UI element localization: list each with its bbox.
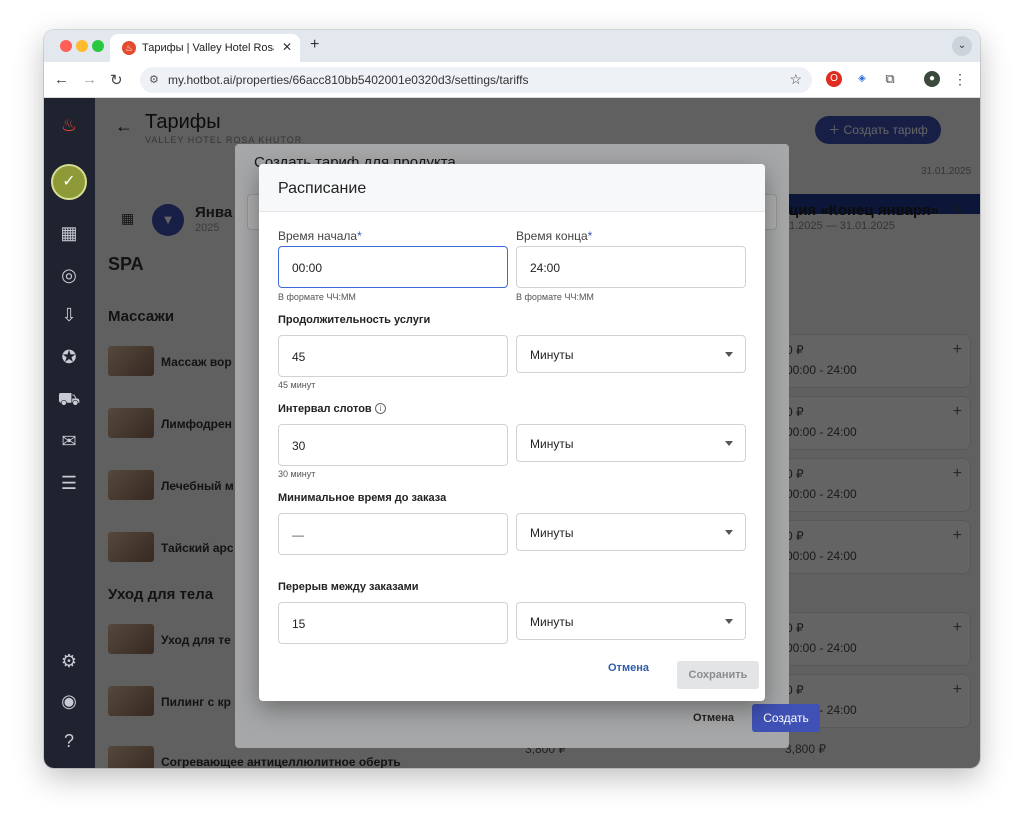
chevron-down-icon [725, 530, 733, 535]
chat-icon[interactable]: ☰ [56, 470, 82, 496]
schedule-dialog-title: Расписание [278, 180, 367, 197]
break-unit-value: Минуты [530, 615, 574, 629]
close-tab-icon[interactable]: ✕ [282, 40, 292, 54]
browser-tab[interactable]: ♨ Тарифы | Valley Hotel Rosa K ✕ [110, 34, 300, 62]
main-content: ← Тарифы VALLEY HOTEL ROSA KHUTOR ＋ Созд… [95, 98, 980, 768]
address-bar: ← → ↻ ⚙ my.hotbot.ai/properties/66acc810… [44, 62, 980, 98]
schedule-cancel-button[interactable]: Отмена [608, 662, 649, 674]
user-account-icon[interactable]: ◉ [56, 688, 82, 714]
profile-avatar-icon[interactable]: ● [924, 71, 940, 87]
check-circle-icon[interactable]: ◎ [56, 262, 82, 288]
schedule-save-button[interactable]: Сохранить [677, 661, 759, 689]
star-badge-icon[interactable]: ✪ [56, 344, 82, 370]
end-time-label: Время конца* [516, 229, 593, 243]
break-value: 15 [292, 617, 306, 631]
duration-unit-value: Минуты [530, 348, 574, 362]
analytics-icon[interactable]: ▦ [56, 220, 82, 246]
opera-extension-icon[interactable]: O [826, 71, 842, 87]
schedule-dialog: Расписание Время начала* Время конца* 00… [259, 164, 765, 701]
app-viewport: ♨ ✓ ▦ ◎ ⇩ ✪ ⛟ ✉ ☰ ⚙ ◉ ? ← Тарифы VALLEY … [44, 98, 980, 768]
min-time-unit-value: Минуты [530, 526, 574, 540]
new-tab-icon[interactable]: + [310, 36, 319, 54]
break-unit-select[interactable]: Минуты [516, 602, 746, 640]
hotbot-favicon-icon: ♨ [122, 41, 136, 55]
browser-menu-icon[interactable]: ⋮ [952, 71, 968, 87]
duration-hint: 45 минут [278, 380, 316, 390]
break-label: Перерыв между заказами [278, 581, 419, 593]
start-time-input[interactable]: 00:00 [278, 246, 508, 288]
info-icon[interactable]: i [375, 403, 386, 414]
bookmark-star-icon[interactable]: ☆ [789, 71, 802, 88]
minimize-window-button[interactable] [76, 40, 88, 52]
tab-bar: ♨ Тарифы | Valley Hotel Rosa K ✕ + ⌄ [44, 30, 980, 62]
start-time-hint: В формате ЧЧ:ММ [278, 292, 356, 302]
schedule-dialog-header: Расписание [259, 164, 765, 212]
close-window-button[interactable] [60, 40, 72, 52]
tab-title: Тарифы | Valley Hotel Rosa K [142, 42, 274, 54]
duration-value: 45 [292, 350, 306, 364]
interval-value: 30 [292, 439, 306, 453]
back-icon[interactable]: ← [54, 71, 69, 88]
url-text[interactable]: my.hotbot.ai/properties/66acc810bb540200… [168, 73, 528, 87]
tab-search-icon[interactable]: ⌄ [952, 36, 972, 56]
end-time-value: 24:00 [530, 261, 561, 275]
end-time-input[interactable]: 24:00 [516, 246, 746, 288]
break-input[interactable]: 15 [278, 602, 508, 644]
interval-input[interactable]: 30 [278, 424, 508, 466]
mail-icon[interactable]: ✉ [56, 428, 82, 454]
browser-window: ♨ Тарифы | Valley Hotel Rosa K ✕ + ⌄ ← →… [44, 30, 980, 768]
interval-unit-value: Минуты [530, 437, 574, 451]
maximize-window-button[interactable] [92, 40, 104, 52]
cart-icon[interactable]: ⛟ [56, 386, 82, 412]
property-avatar[interactable]: ✓ [51, 164, 87, 200]
interval-label: Интервал слотов [278, 403, 372, 415]
interval-hint: 30 минут [278, 469, 316, 479]
min-time-input[interactable]: — [278, 513, 508, 555]
duration-label: Продолжительность услуги [278, 314, 431, 326]
min-time-label: Минимальное время до заказа [278, 492, 447, 504]
sidebar: ♨ ✓ ▦ ◎ ⇩ ✪ ⛟ ✉ ☰ ⚙ ◉ ? [44, 98, 95, 768]
help-icon[interactable]: ? [56, 728, 82, 754]
start-time-value: 00:00 [292, 261, 323, 275]
chevron-down-icon [725, 441, 733, 446]
create-dialog-create-button[interactable]: Создать [752, 704, 820, 732]
start-time-label: Время начала* [278, 229, 362, 243]
extensions-puzzle-icon[interactable]: ⧉ [882, 71, 898, 87]
create-dialog-cancel-button[interactable]: Отмена [693, 712, 734, 724]
site-settings-icon[interactable]: ⚙ [149, 73, 159, 86]
chevron-down-icon [725, 619, 733, 624]
duration-unit-select[interactable]: Минуты [516, 335, 746, 373]
settings-gear-icon[interactable]: ⚙ [56, 648, 82, 674]
chevron-down-icon [725, 352, 733, 357]
reload-icon[interactable]: ↻ [110, 71, 123, 89]
inbox-download-icon[interactable]: ⇩ [56, 302, 82, 328]
duration-input[interactable]: 45 [278, 335, 508, 377]
interval-unit-select[interactable]: Минуты [516, 424, 746, 462]
forward-icon[interactable]: → [82, 71, 97, 88]
tag-extension-icon[interactable]: ◈ [854, 71, 870, 87]
hotbot-logo-icon[interactable]: ♨ [56, 112, 82, 138]
min-time-unit-select[interactable]: Минуты [516, 513, 746, 551]
end-time-hint: В формате ЧЧ:ММ [516, 292, 594, 302]
omnibox[interactable]: ⚙ my.hotbot.ai/properties/66acc810bb5402… [140, 67, 812, 93]
min-time-value: — [292, 528, 304, 542]
